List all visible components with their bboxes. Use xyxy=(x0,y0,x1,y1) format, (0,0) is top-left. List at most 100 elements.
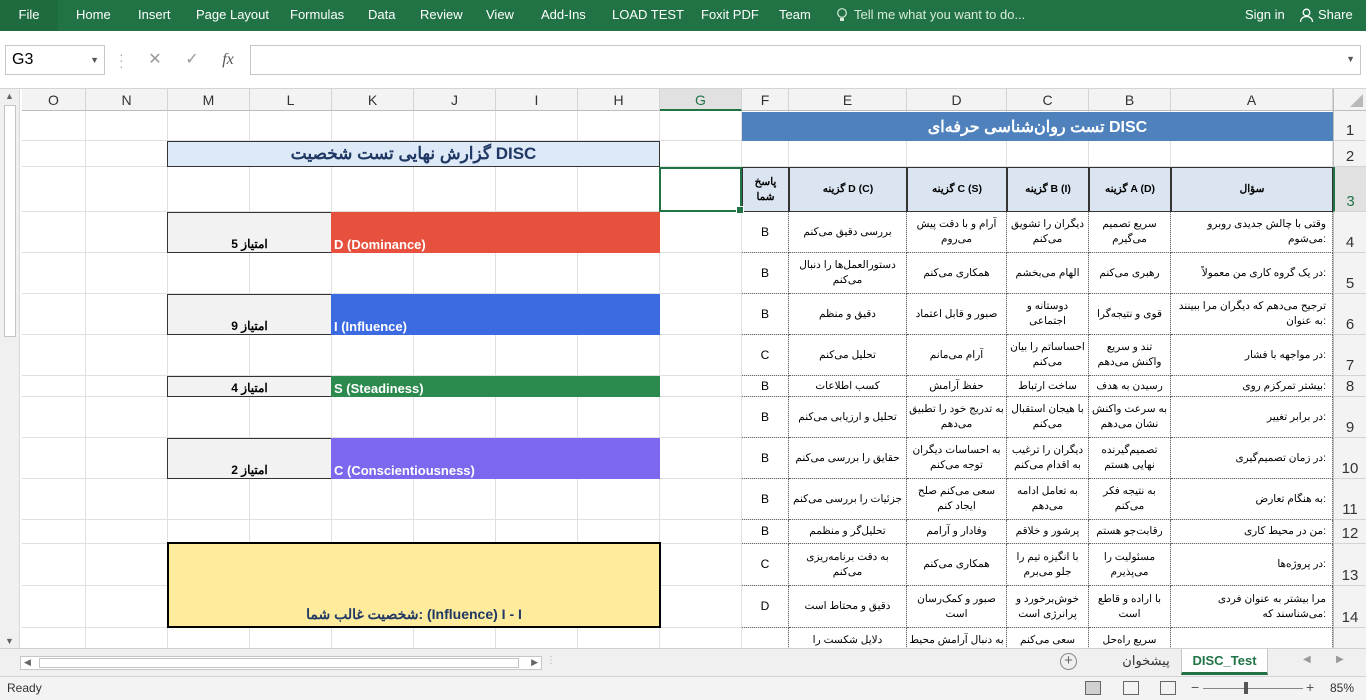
sheet-tab-pishkhan[interactable]: پیشخوان xyxy=(1112,649,1180,675)
option-c-cell[interactable]: به احساسات دیگران توجه می‌کنم xyxy=(907,438,1007,479)
zoom-slider[interactable] xyxy=(1203,682,1303,694)
tab-formulas[interactable]: Formulas xyxy=(290,0,344,31)
option-c-cell[interactable]: سعی می‌کنم صلح ایجاد کنم xyxy=(907,479,1007,520)
answer-cell[interactable]: B xyxy=(742,520,789,544)
table-header-option-c[interactable]: گزینه C (S) xyxy=(907,167,1007,212)
option-d-cell[interactable]: تحلیل می‌کنم xyxy=(789,335,907,376)
tab-data[interactable]: Data xyxy=(368,0,395,31)
tab-review[interactable]: Review xyxy=(420,0,463,31)
option-b-cell[interactable]: با هیجان استقبال می‌کنم xyxy=(1007,397,1089,438)
tab-team[interactable]: Team xyxy=(779,0,811,31)
answer-cell[interactable]: C xyxy=(742,544,789,586)
normal-view-icon[interactable] xyxy=(1085,681,1101,695)
option-d-cell[interactable]: دقیق و محتاط است xyxy=(789,586,907,628)
option-b-cell[interactable]: دوستانه و اجتماعی xyxy=(1007,294,1089,335)
answer-cell[interactable]: B xyxy=(742,438,789,479)
row-header-2[interactable]: 2 xyxy=(1333,141,1366,167)
score-bar-d[interactable]: D (Dominance) xyxy=(331,212,660,253)
column-header-d[interactable]: D xyxy=(907,89,1007,111)
question-cell[interactable]: در زمان تصمیم‌گیری: xyxy=(1171,438,1333,479)
question-cell[interactable]: در مواجهه با فشار: xyxy=(1171,335,1333,376)
answer-cell[interactable]: B xyxy=(742,479,789,520)
option-b-cell[interactable]: دیگران را تشویق می‌کنم xyxy=(1007,212,1089,253)
score-cell[interactable]: امتیاز 4 xyxy=(167,376,332,397)
score-cell[interactable]: امتیاز 9 xyxy=(167,294,332,335)
option-d-cell[interactable]: حقایق را بررسی می‌کنم xyxy=(789,438,907,479)
score-cell[interactable]: امتیاز 2 xyxy=(167,438,332,479)
zoom-knob[interactable] xyxy=(1244,682,1248,694)
answer-cell[interactable]: D xyxy=(742,586,789,628)
question-cell[interactable]: در یک گروه کاری من معمولاً: xyxy=(1171,253,1333,294)
test-title[interactable]: تست روان‌شناسی حرفه‌ای DISC xyxy=(742,112,1333,141)
splitter-icon[interactable]: ⋮ xyxy=(546,655,556,666)
option-c-cell[interactable]: صبور و قابل اعتماد xyxy=(907,294,1007,335)
option-c-cell[interactable]: آرام می‌مانم xyxy=(907,335,1007,376)
answer-cell[interactable]: C xyxy=(742,335,789,376)
score-cell[interactable]: امتیاز 5 xyxy=(167,212,332,253)
chevron-down-icon[interactable]: ▼ xyxy=(1346,54,1355,64)
question-cell[interactable]: مرا بیشتر به عنوان فردی می‌شناسند که: xyxy=(1171,586,1333,628)
column-header-a[interactable]: A xyxy=(1171,89,1333,111)
table-header-option-b[interactable]: گزینه B (I) xyxy=(1007,167,1089,212)
sign-in-link[interactable]: Sign in xyxy=(1245,0,1285,31)
answer-cell[interactable]: B xyxy=(742,253,789,294)
scroll-thumb[interactable] xyxy=(39,658,519,668)
tab-foxit-pdf[interactable]: Foxit PDF xyxy=(701,0,759,31)
option-a-cell[interactable]: سریع تصمیم می‌گیرم xyxy=(1089,212,1171,253)
option-c-cell[interactable]: صبور و کمک‌رسان است xyxy=(907,586,1007,628)
report-title[interactable]: گزارش نهایی تست شخصیت DISC xyxy=(167,141,660,167)
option-d-cell[interactable]: جزئیات را بررسی می‌کنم xyxy=(789,479,907,520)
zoom-out-button[interactable]: − xyxy=(1191,679,1199,695)
row-header-8[interactable]: 8 xyxy=(1333,376,1366,397)
column-header-j[interactable]: J xyxy=(414,89,496,111)
answer-cell[interactable]: B xyxy=(742,294,789,335)
option-d-cell[interactable]: تحلیل‌گر و منظمم xyxy=(789,520,907,544)
tab-page-layout[interactable]: Page Layout xyxy=(196,0,269,31)
question-cell[interactable]: من در محیط کاری: xyxy=(1171,520,1333,544)
answer-cell[interactable]: B xyxy=(742,397,789,438)
option-c-cell[interactable]: همکاری می‌کنم xyxy=(907,253,1007,294)
question-cell[interactable]: بیشتر تمرکزم روی: xyxy=(1171,376,1333,397)
row-header-14[interactable]: 14 xyxy=(1333,586,1366,628)
option-d-cell[interactable]: کسب اطلاعات xyxy=(789,376,907,397)
scroll-right-icon[interactable]: ▶ xyxy=(531,657,538,668)
active-cell-selection[interactable] xyxy=(659,167,744,214)
table-header-question[interactable]: سؤال xyxy=(1171,167,1333,212)
tab-insert[interactable]: Insert xyxy=(138,0,171,31)
option-b-cell[interactable]: دیگران را ترغیب به اقدام می‌کنم xyxy=(1007,438,1089,479)
option-b-cell[interactable]: پرشور و خلاقم xyxy=(1007,520,1089,544)
row-header-12[interactable]: 12 xyxy=(1333,520,1366,544)
tab-view[interactable]: View xyxy=(486,0,514,31)
option-d-cell[interactable]: به دقت برنامه‌ریزی می‌کنم xyxy=(789,544,907,586)
row-header-11[interactable]: 11 xyxy=(1333,479,1366,520)
tab-add-ins[interactable]: Add-Ins xyxy=(541,0,586,31)
option-b-cell[interactable]: خوش‌برخورد و پرانرژی است xyxy=(1007,586,1089,628)
option-b-cell[interactable]: الهام می‌بخشم xyxy=(1007,253,1089,294)
scroll-thumb[interactable] xyxy=(4,105,16,337)
column-header-e[interactable]: E xyxy=(789,89,907,111)
horizontal-scrollbar[interactable]: ◀ ▶ xyxy=(20,656,542,670)
question-cell[interactable]: وقتی با چالش جدیدی روبرو می‌شوم: xyxy=(1171,212,1333,253)
option-a-cell[interactable]: رقابت‌جو هستم xyxy=(1089,520,1171,544)
column-header-c[interactable]: C xyxy=(1007,89,1089,111)
zoom-level[interactable]: 85% xyxy=(1330,681,1354,695)
option-a-cell[interactable]: به سرعت واکنش نشان می‌دهم xyxy=(1089,397,1171,438)
option-a-cell[interactable]: با اراده و قاطع است xyxy=(1089,586,1171,628)
score-bar-s[interactable]: S (Steadiness) xyxy=(331,376,660,397)
scroll-left-icon[interactable]: ◀ xyxy=(24,657,31,668)
tab-home[interactable]: Home xyxy=(76,0,111,31)
vertical-scrollbar[interactable]: ▲ ▼ xyxy=(0,89,20,648)
answer-cell[interactable]: B xyxy=(742,212,789,253)
option-c-cell[interactable]: همکاری می‌کنم xyxy=(907,544,1007,586)
option-b-cell[interactable]: با انگیزه تیم را جلو می‌برم xyxy=(1007,544,1089,586)
option-a-cell[interactable]: قوی و نتیجه‌گرا xyxy=(1089,294,1171,335)
row-header-9[interactable]: 9 xyxy=(1333,397,1366,438)
score-bar-i[interactable]: I (Influence) xyxy=(331,294,660,335)
option-a-cell[interactable]: رسیدن به هدف xyxy=(1089,376,1171,397)
page-break-view-icon[interactable] xyxy=(1160,681,1176,695)
tell-me-box[interactable]: Tell me what you want to do... xyxy=(836,0,1025,31)
chevron-down-icon[interactable]: ▼ xyxy=(90,46,99,74)
row-header-13[interactable]: 13 xyxy=(1333,544,1366,586)
share-button[interactable]: Share xyxy=(1299,0,1353,31)
name-box[interactable]: G3 ▼ xyxy=(5,45,105,75)
